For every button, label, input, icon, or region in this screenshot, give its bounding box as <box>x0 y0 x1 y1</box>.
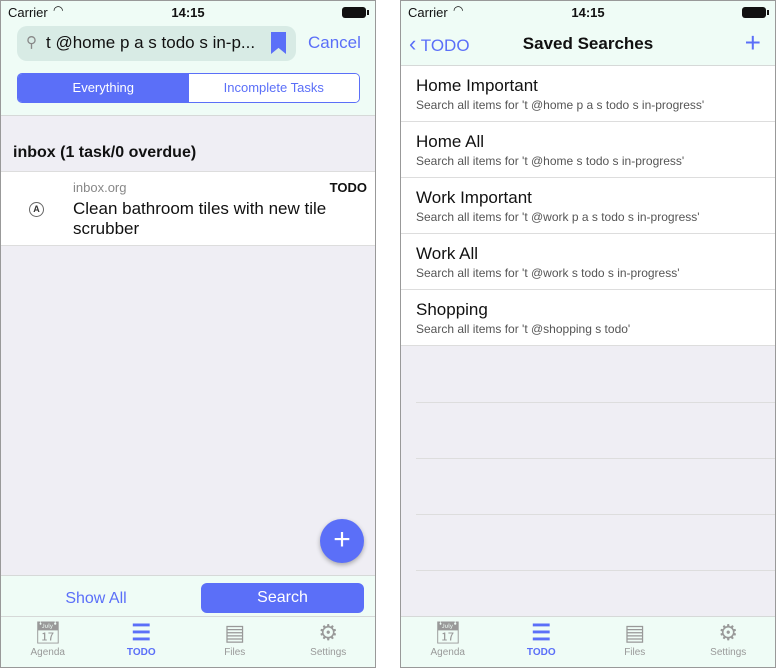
item-name: Home Important <box>416 76 538 95</box>
gear-icon: ⚙ <box>718 620 739 645</box>
saved-search-item[interactable]: Home Important Search all items for 't @h… <box>401 66 775 122</box>
search-icon: ⚲ <box>26 34 37 51</box>
tab-bar: 📅︎ Agenda ☰ TODO ▤ Files ⚙ Settings <box>1 616 375 667</box>
task-row[interactable]: A inbox.org TODO Clean bathroom tiles wi… <box>1 171 375 246</box>
saved-searches-screen: Carrier ◠ 14:15 ‹ TODO Saved Searches + … <box>400 0 776 668</box>
calendar-icon: 📅︎ <box>33 620 62 645</box>
tab-agenda[interactable]: 📅︎ Agenda <box>1 617 95 667</box>
saved-search-item[interactable]: Work All Search all items for 't @work s … <box>401 234 775 290</box>
item-name: Work Important <box>416 188 532 207</box>
tab-label: TODO <box>526 647 556 658</box>
task-keyword: TODO <box>329 180 367 195</box>
search-input[interactable]: ⚲ t @home p a s todo s in-p... <box>17 26 296 61</box>
time: 14:15 <box>171 5 205 20</box>
search-query: t @home p a s todo s in-p... <box>46 33 256 52</box>
add-search-button[interactable]: + <box>745 27 761 59</box>
item-name: Work All <box>416 244 479 263</box>
item-name: Shopping <box>416 300 488 319</box>
tab-label: Settings <box>310 647 347 658</box>
tab-todo[interactable]: ☰ TODO <box>495 617 589 667</box>
divider <box>416 458 775 459</box>
divider <box>416 514 775 515</box>
saved-search-item[interactable]: Shopping Search all items for 't @shoppin… <box>401 290 775 346</box>
tab-label: Agenda <box>30 647 65 658</box>
search-header: Carrier ◠ 14:15 ⚲ t @home p a s todo s i… <box>1 1 375 116</box>
section-header: inbox (1 task/0 overdue) <box>13 144 197 161</box>
segment-incomplete-tasks[interactable]: Incomplete Tasks <box>188 74 359 102</box>
add-task-button[interactable]: + <box>320 519 364 563</box>
task-file: inbox.org <box>73 180 127 195</box>
divider <box>416 570 775 571</box>
item-desc: Search all items for 't @home p a s todo… <box>416 98 705 112</box>
tab-label: Files <box>224 647 246 658</box>
bookmark-icon[interactable] <box>271 32 286 54</box>
status-bar: Carrier ◠ 14:15 <box>401 1 775 23</box>
segment-everything[interactable]: Everything <box>18 74 189 102</box>
nav-bar: Carrier ◠ 14:15 ‹ TODO Saved Searches + <box>401 1 775 66</box>
time: 14:15 <box>571 5 605 20</box>
cabinet-icon: ▤ <box>624 620 646 645</box>
search-screen: Carrier ◠ 14:15 ⚲ t @home p a s todo s i… <box>0 0 376 668</box>
item-desc: Search all items for 't @work s todo s i… <box>416 266 680 280</box>
search-button[interactable]: Search <box>201 583 364 613</box>
item-desc: Search all items for 't @home s todo s i… <box>416 154 685 168</box>
divider <box>416 402 775 403</box>
tab-label: Agenda <box>430 647 465 658</box>
show-all-button[interactable]: Show All <box>31 590 161 608</box>
filter-segmented-control[interactable]: Everything Incomplete Tasks <box>17 73 360 103</box>
gear-icon: ⚙ <box>318 620 339 645</box>
tab-label: TODO <box>126 647 156 658</box>
tab-settings[interactable]: ⚙ Settings <box>682 617 776 667</box>
tab-agenda[interactable]: 📅︎ Agenda <box>401 617 495 667</box>
tab-settings[interactable]: ⚙ Settings <box>282 617 376 667</box>
battery-icon <box>342 7 369 18</box>
status-bar: Carrier ◠ 14:15 <box>1 1 375 23</box>
item-desc: Search all items for 't @shopping s todo… <box>416 322 631 336</box>
saved-search-item[interactable]: Home All Search all items for 't @home s … <box>401 122 775 178</box>
cabinet-icon: ▤ <box>224 620 246 645</box>
priority-badge: A <box>29 202 44 217</box>
saved-search-item[interactable]: Work Important Search all items for 't @w… <box>401 178 775 234</box>
tab-files[interactable]: ▤ Files <box>588 617 682 667</box>
cancel-button[interactable]: Cancel <box>308 33 361 53</box>
task-title: Clean bathroom tiles with new tile scrub… <box>73 199 327 238</box>
checklist-icon: ☰ <box>131 620 152 645</box>
checklist-icon: ☰ <box>531 620 552 645</box>
tab-label: Settings <box>710 647 747 658</box>
page-title: Saved Searches <box>522 34 654 53</box>
tab-bar: 📅︎ Agenda ☰ TODO ▤ Files ⚙ Settings <box>401 616 775 667</box>
tab-files[interactable]: ▤ Files <box>188 617 282 667</box>
battery-icon <box>742 7 769 18</box>
bottom-toolbar: Show All Search <box>1 575 375 619</box>
item-desc: Search all items for 't @work p a s todo… <box>416 210 700 224</box>
calendar-icon: 📅︎ <box>433 620 462 645</box>
tab-label: Files <box>624 647 646 658</box>
tab-todo[interactable]: ☰ TODO <box>95 617 189 667</box>
item-name: Home All <box>416 132 485 151</box>
